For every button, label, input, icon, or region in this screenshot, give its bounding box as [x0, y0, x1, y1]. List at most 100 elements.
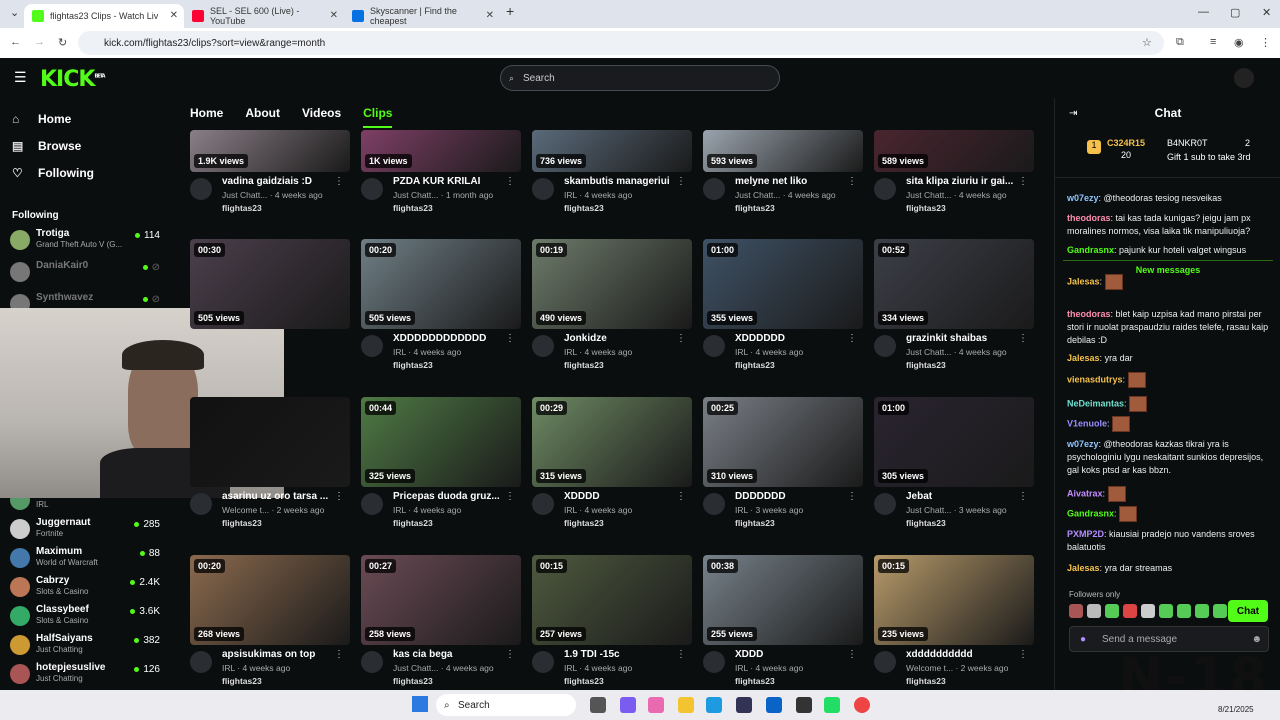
clip-title[interactable]: sita klipa ziuriu ir gai... — [906, 176, 1018, 187]
clip-card[interactable]: 01:00 355 views XDDDDDD IRL · 4 weeks ago fl… — [703, 239, 863, 377]
channel-avatar[interactable] — [703, 493, 725, 515]
clip-thumbnail[interactable]: 1.9K views — [190, 130, 350, 172]
mic-icon[interactable]: ● — [1080, 634, 1086, 645]
clip-card[interactable]: 00:15 257 views 1.9 TDI -15c IRL · 4 weeks … — [532, 555, 692, 693]
clip-channel[interactable]: flightas23 — [735, 360, 775, 370]
clip-thumbnail[interactable]: 01:00 305 views — [874, 397, 1034, 487]
more-options-icon[interactable]: ⋮ — [847, 176, 857, 187]
clip-title[interactable]: 1.9 TDI -15c — [564, 649, 676, 660]
chat-username[interactable]: PXMP2D — [1067, 529, 1104, 539]
copilot-icon[interactable] — [648, 697, 664, 713]
emote-icon[interactable] — [1177, 604, 1191, 618]
more-options-icon[interactable]: ⋮ — [676, 649, 686, 660]
taskview-icon[interactable] — [590, 697, 606, 713]
hamburger-icon[interactable]: ☰ — [14, 69, 27, 86]
chat-username[interactable]: Jalesas — [1067, 353, 1100, 363]
following-item[interactable]: Cabrzy Slots & Casino 2.4K — [10, 575, 170, 603]
more-options-icon[interactable]: ⋮ — [1018, 176, 1028, 187]
clip-card[interactable]: 1.9K views vadina gaidziais :D Just Chatt.… — [190, 130, 350, 220]
chat-username[interactable]: Gandrasnx — [1067, 245, 1114, 255]
new-tab-button[interactable]: + — [506, 3, 514, 19]
chat-username[interactable]: theodoras — [1067, 309, 1111, 319]
clip-thumbnail[interactable] — [190, 397, 350, 487]
url-field[interactable]: kick.com/flightas23/clips?sort=view&rang… — [78, 31, 1164, 55]
nav-browse[interactable]: ▤ Browse — [12, 139, 81, 153]
clip-title[interactable]: Jebat — [906, 491, 1018, 502]
clip-channel[interactable]: flightas23 — [906, 518, 946, 528]
channel-avatar[interactable] — [190, 651, 212, 673]
clip-channel[interactable]: flightas23 — [222, 676, 262, 686]
following-item[interactable]: Trotiga Grand Theft Auto V (G... 114 — [10, 228, 170, 256]
chat-username[interactable]: V1enuole — [1067, 418, 1107, 428]
clip-thumbnail[interactable]: 00:15 257 views — [532, 555, 692, 645]
more-options-icon[interactable]: ⋮ — [847, 649, 857, 660]
clip-channel[interactable]: flightas23 — [393, 360, 433, 370]
user-avatar[interactable] — [1234, 68, 1254, 88]
channel-avatar[interactable] — [874, 178, 896, 200]
clip-thumbnail[interactable]: 736 views — [532, 130, 692, 172]
clip-thumbnail[interactable]: 00:44 325 views — [361, 397, 521, 487]
clip-title[interactable]: XDDD — [735, 649, 847, 660]
more-options-icon[interactable]: ⋮ — [505, 491, 515, 502]
more-options-icon[interactable]: ⋮ — [1018, 333, 1028, 344]
channel-avatar[interactable] — [361, 651, 383, 673]
more-options-icon[interactable]: ⋮ — [1018, 491, 1028, 502]
clip-card[interactable]: 736 views skambutis manageriui IRL · 4 wee… — [532, 130, 692, 220]
clip-card[interactable]: 00:30 505 views — [190, 239, 350, 329]
channel-avatar[interactable] — [361, 335, 383, 357]
channel-avatar[interactable] — [190, 178, 212, 200]
clip-channel[interactable]: flightas23 — [906, 203, 946, 213]
clip-channel[interactable]: flightas23 — [735, 676, 775, 686]
nav-home[interactable]: ⌂ Home — [12, 112, 71, 126]
clip-channel[interactable]: flightas23 — [906, 676, 946, 686]
chat-username[interactable]: w07ezy — [1067, 193, 1099, 203]
clip-channel[interactable]: flightas23 — [222, 518, 262, 528]
channel-avatar[interactable] — [361, 493, 383, 515]
clip-channel[interactable]: flightas23 — [393, 676, 433, 686]
clip-thumbnail[interactable]: 593 views — [703, 130, 863, 172]
clip-card[interactable]: 00:20 268 views apsisukimas on top IRL · 4 … — [190, 555, 350, 693]
clip-channel[interactable]: flightas23 — [564, 518, 604, 528]
clip-thumbnail[interactable]: 00:15 235 views — [874, 555, 1034, 645]
clip-channel[interactable]: flightas23 — [222, 203, 262, 213]
clip-thumbnail[interactable]: 00:20 505 views — [361, 239, 521, 329]
clip-thumbnail[interactable]: 00:38 255 views — [703, 555, 863, 645]
clip-card[interactable]: 00:27 258 views kas cia bega Just Chatt... … — [361, 555, 521, 693]
more-options-icon[interactable]: ⋮ — [334, 176, 344, 187]
close-tab-icon[interactable]: ✕ — [330, 10, 338, 21]
more-options-icon[interactable]: ⋮ — [334, 491, 344, 502]
channel-avatar[interactable] — [703, 651, 725, 673]
clip-card[interactable]: 00:20 505 views XDDDDDDDDDDDD IRL · 4 weeks… — [361, 239, 521, 377]
close-tab-icon[interactable]: ✕ — [486, 10, 494, 21]
close-window-icon[interactable]: ✕ — [1262, 6, 1271, 19]
bookmark-star-icon[interactable]: ☆ — [1142, 36, 1152, 49]
emote-icon[interactable] — [1069, 604, 1083, 618]
clip-thumbnail[interactable]: 00:27 258 views — [361, 555, 521, 645]
nav-following[interactable]: ♡ Following — [12, 166, 94, 180]
search-input[interactable]: ⌕ Search — [500, 65, 780, 91]
browser-tab[interactable]: Skyscanner | Find the cheapest ✕ — [344, 4, 500, 28]
menu-icon[interactable]: ⋮ — [1260, 36, 1271, 49]
clip-card[interactable]: 589 views sita klipa ziuriu ir gai... Just… — [874, 130, 1034, 220]
clip-channel[interactable]: flightas23 — [735, 518, 775, 528]
clip-title[interactable]: DDDDDDD — [735, 491, 847, 502]
chat-username[interactable]: w07ezy — [1067, 439, 1099, 449]
minimize-icon[interactable]: — — [1198, 6, 1209, 18]
clip-title[interactable]: vadina gaidziais :D — [222, 176, 334, 187]
following-item[interactable]: Classybeef Slots & Casino 3.6K — [10, 604, 170, 632]
close-tab-icon[interactable]: ✕ — [170, 10, 178, 21]
following-item[interactable]: Juggernaut Fortnite 285 — [10, 517, 170, 545]
clip-card[interactable]: 00:52 334 views grazinkit shaibas Just Chat… — [874, 239, 1034, 377]
more-options-icon[interactable]: ⋮ — [676, 176, 686, 187]
channel-avatar[interactable] — [532, 178, 554, 200]
reload-icon[interactable]: ↻ — [58, 36, 67, 49]
discord-icon[interactable] — [620, 697, 636, 713]
channel-avatar[interactable] — [874, 335, 896, 357]
app-icon[interactable] — [796, 697, 812, 713]
more-options-icon[interactable]: ⋮ — [505, 176, 515, 187]
emote-icon[interactable] — [1087, 604, 1101, 618]
clip-card[interactable]: 00:15 235 views xdddddddddd Welcome t... · … — [874, 555, 1034, 693]
chat-username[interactable]: vienasdutrys — [1067, 374, 1123, 384]
emote-icon[interactable] — [1105, 604, 1119, 618]
more-options-icon[interactable]: ⋮ — [847, 333, 857, 344]
